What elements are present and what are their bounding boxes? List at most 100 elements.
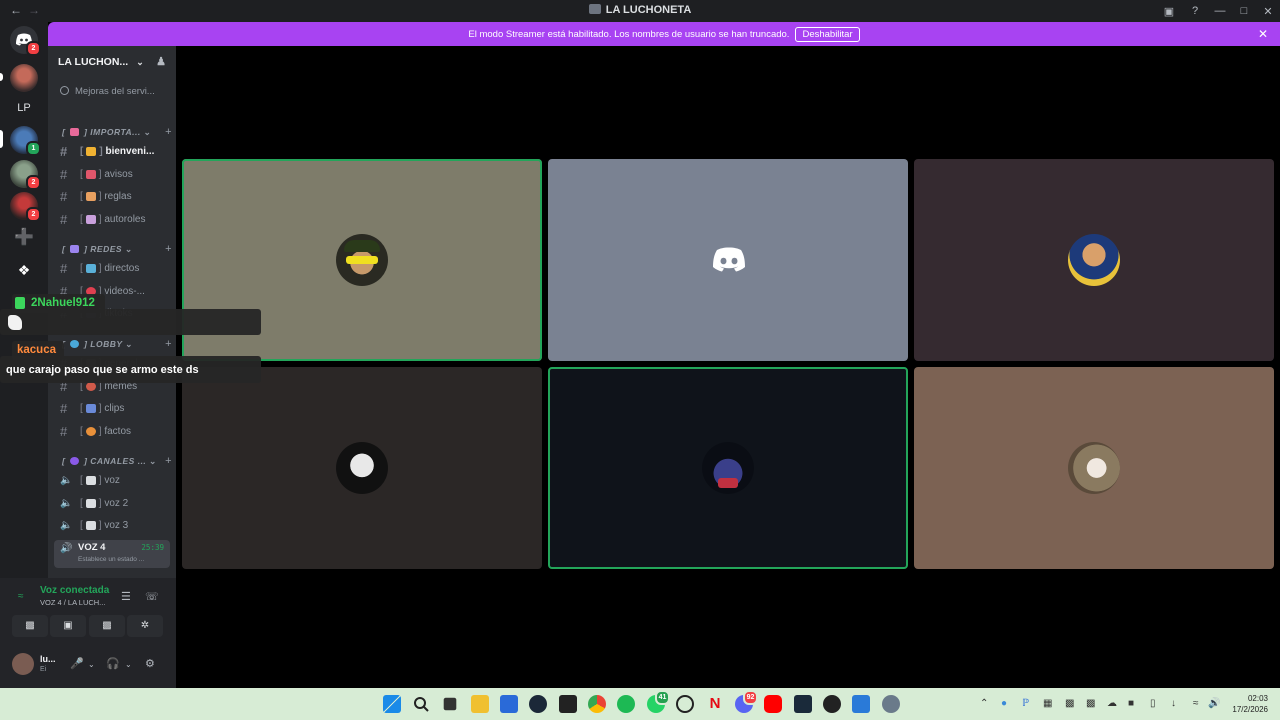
screen-share-button[interactable]: ▣ xyxy=(50,615,86,637)
settings-icon[interactable] xyxy=(882,695,900,713)
gear-icon[interactable]: ⚙ xyxy=(145,657,155,670)
minimize-button[interactable]: — xyxy=(1208,5,1232,17)
participant-tile[interactable] xyxy=(182,367,542,569)
add-server-icon[interactable]: ➕ xyxy=(10,224,38,252)
server-boost-link[interactable]: Mejoras del servi... xyxy=(60,86,155,97)
server-lp[interactable]: LP xyxy=(10,94,38,122)
search-icon[interactable] xyxy=(412,695,430,713)
notepad-icon[interactable] xyxy=(852,695,870,713)
voice-connection-panel: ≈ Voz conectada VOZ 4 / LA LUCH... ☰ ☏ ▩… xyxy=(0,578,176,688)
participant-tile[interactable] xyxy=(548,367,908,569)
signal-icon[interactable]: ≈ xyxy=(18,591,24,602)
server-la-luchoneta[interactable]: 1 xyxy=(10,126,41,156)
channel-avisos[interactable]: # [] avisos xyxy=(54,164,170,184)
youtube-icon[interactable] xyxy=(764,695,782,713)
volume-icon[interactable]: 🔊 xyxy=(1208,698,1220,709)
discord-taskbar-icon[interactable]: 92 xyxy=(735,690,758,713)
tray-app-icon[interactable]: ▩ xyxy=(1086,698,1095,709)
explore-icon[interactable]: ❖ xyxy=(10,256,38,284)
channel-autoroles[interactable]: # [] autoroles xyxy=(54,209,170,229)
create-channel-icon[interactable]: + xyxy=(165,338,172,350)
server-icon-3[interactable]: 2 xyxy=(10,192,41,222)
tray-app-icon[interactable]: ▩ xyxy=(1065,698,1074,709)
camera-off-icon: ▩ xyxy=(25,620,35,631)
disconnect-icon[interactable]: ☏ xyxy=(145,590,159,603)
bluetooth-icon[interactable]: ℙ xyxy=(1022,698,1029,709)
category-importante[interactable]: [ ] IMPORTA... ⌄ + xyxy=(62,126,172,138)
close-icon[interactable]: ✕ xyxy=(1258,27,1268,41)
tray-app-icon[interactable]: ● xyxy=(1001,698,1007,709)
avatar[interactable] xyxy=(12,653,34,675)
channel-name: clips xyxy=(104,402,125,414)
create-channel-icon[interactable]: + xyxy=(165,243,172,255)
participant-avatar xyxy=(336,234,388,286)
activities-button[interactable]: ▩ xyxy=(89,615,125,637)
noise-suppression-icon[interactable]: ☰ xyxy=(121,590,131,603)
file-explorer-icon[interactable] xyxy=(471,695,489,713)
usb-icon[interactable]: ↓ xyxy=(1171,698,1176,709)
start-icon[interactable] xyxy=(383,695,401,713)
channel-name: autoroles xyxy=(104,213,146,225)
voice-channel-voz-4[interactable]: 🔊 VOZ 4 25:39 Establece un estado ... xyxy=(54,540,170,568)
system-clock[interactable]: 02:03 17/2/2026 xyxy=(1232,693,1268,715)
steam-icon[interactable] xyxy=(529,695,547,713)
channel-bracket: [ xyxy=(80,519,83,531)
onedrive-icon[interactable]: ☁ xyxy=(1107,698,1117,709)
whatsapp-icon[interactable]: 41 xyxy=(647,690,670,713)
maximize-button[interactable]: □ xyxy=(1232,5,1256,17)
voice-connected-location[interactable]: VOZ 4 / LA LUCH... xyxy=(40,598,105,607)
channel-bienvenida[interactable]: # [] bienveni... xyxy=(54,141,170,161)
invite-people-icon[interactable]: ♟ xyxy=(156,55,166,68)
server-icon-2[interactable]: 2 xyxy=(10,160,41,190)
home-button[interactable]: 2 xyxy=(10,26,41,56)
inbox-icon[interactable]: ▣ xyxy=(1156,5,1182,18)
tray-app-icon[interactable]: ▦ xyxy=(1043,698,1052,709)
voice-channel-voz-2[interactable]: 🔈 [] voz 2 xyxy=(54,493,170,513)
disable-streamer-button[interactable]: Deshabilitar xyxy=(795,26,860,42)
headphones-icon[interactable]: 🎧 xyxy=(106,657,120,670)
channel-clips[interactable]: # [] clips xyxy=(54,398,170,418)
obs-icon[interactable] xyxy=(823,695,841,713)
netflix-icon[interactable]: N xyxy=(706,695,724,713)
microphone-icon[interactable]: 🎤 xyxy=(70,657,84,670)
category-lobby[interactable]: [ ] LOBBY ⌄ + xyxy=(62,338,172,350)
tray-app-icon[interactable]: ▯ xyxy=(1150,698,1156,709)
chatgpt-icon[interactable] xyxy=(676,695,694,713)
chrome-icon[interactable] xyxy=(588,695,606,713)
task-view-icon[interactable] xyxy=(443,697,457,711)
soundboard-button[interactable]: ✲ xyxy=(127,615,163,637)
voice-channel-voz[interactable]: 🔈 [] voz xyxy=(54,470,170,490)
server-header[interactable]: LA LUCHON... ⌄ ♟ xyxy=(48,46,176,78)
create-channel-icon[interactable]: + xyxy=(165,126,172,138)
channel-factos[interactable]: # [] factos xyxy=(54,421,170,441)
chevron-down-icon[interactable]: ⌄ xyxy=(125,660,132,669)
chevron-down-icon[interactable]: ⌄ xyxy=(88,660,95,669)
speaker-icon: 🔈 xyxy=(60,497,73,509)
user-status: Ei xyxy=(40,666,47,673)
channel-name: directos xyxy=(104,262,140,274)
category-canales-voz[interactable]: [ ] CANALES ... ⌄ + xyxy=(62,455,172,467)
chevron-icon: ⌄ xyxy=(149,456,157,466)
wifi-icon[interactable]: ≈ xyxy=(1193,698,1199,709)
category-redes[interactable]: [ ] REDES ⌄ + xyxy=(62,243,172,255)
channel-reglas[interactable]: # [] reglas xyxy=(54,186,170,206)
store-icon[interactable] xyxy=(500,695,518,713)
participant-tile[interactable] xyxy=(548,159,908,361)
server-icon-avatar[interactable] xyxy=(10,64,38,92)
help-icon[interactable]: ? xyxy=(1182,5,1208,17)
chevron-up-icon[interactable]: ⌃ xyxy=(980,698,988,709)
participant-tile[interactable] xyxy=(914,159,1274,361)
channel-bracket: [ xyxy=(80,168,83,180)
channel-directos[interactable]: # [] directos xyxy=(54,258,170,278)
create-channel-icon[interactable]: + xyxy=(165,455,172,467)
app-icon[interactable] xyxy=(794,695,812,713)
tray-app-icon[interactable]: ■ xyxy=(1128,698,1134,709)
participant-tile[interactable] xyxy=(914,367,1274,569)
voice-channel-voz-3[interactable]: 🔈 [] voz 3 xyxy=(54,515,170,535)
discord-badge: 92 xyxy=(743,690,758,705)
close-window-button[interactable]: ✕ xyxy=(1256,5,1280,18)
voice-status-input[interactable]: Establece un estado ... xyxy=(78,556,144,563)
epic-games-icon[interactable] xyxy=(559,695,577,713)
spotify-icon[interactable] xyxy=(617,695,635,713)
camera-off-button[interactable]: ▩ xyxy=(12,615,48,637)
